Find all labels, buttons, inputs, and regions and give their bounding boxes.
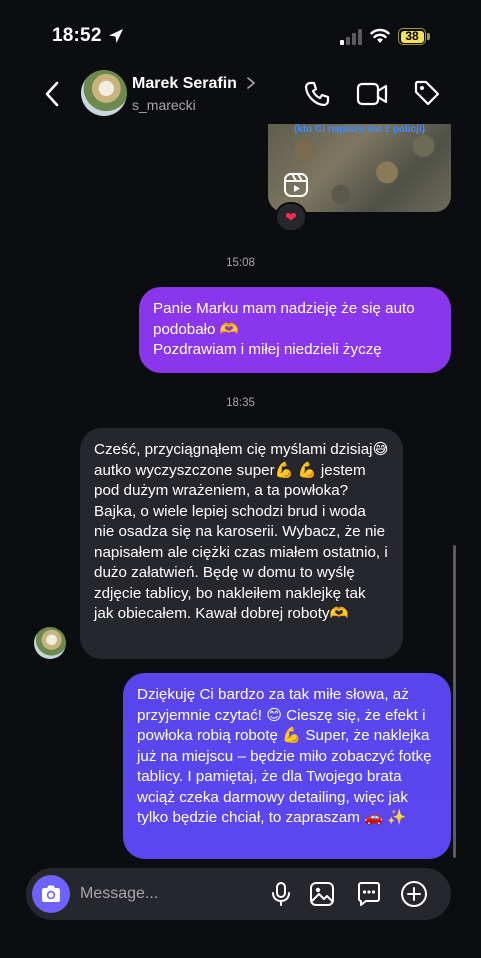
heart-reaction[interactable]: ❤	[275, 202, 307, 232]
incoming-message[interactable]: Cześć, przyciągnąłem cię myślami dzisiaj…	[80, 428, 403, 659]
contact-avatar[interactable]	[81, 70, 127, 116]
message-timestamp: 15:08	[226, 257, 255, 269]
shared-reel-preview[interactable]: (kto Ci napisze ten z policji)	[268, 124, 451, 212]
battery-indicator: 38	[398, 28, 430, 45]
tag-icon[interactable]	[413, 79, 441, 107]
contact-handle[interactable]: s_marecki	[132, 97, 196, 113]
reel-caption: (kto Ci napisze ten z policji)	[293, 124, 426, 135]
message-composer	[26, 868, 451, 920]
back-chevron-icon[interactable]	[42, 80, 62, 108]
message-input[interactable]	[80, 882, 260, 906]
location-arrow-icon	[109, 29, 123, 43]
gallery-icon[interactable]	[309, 881, 335, 907]
message-timestamp: 18:35	[226, 397, 255, 409]
status-bar: 18:52 38	[0, 0, 481, 62]
video-call-icon[interactable]	[356, 81, 388, 107]
contact-name[interactable]: Marek Serafin	[132, 75, 237, 93]
chat-header: Marek Serafin s_marecki	[0, 62, 481, 124]
chevron-right-icon[interactable]	[246, 76, 256, 90]
wifi-icon	[370, 28, 390, 43]
scrollbar[interactable]	[453, 545, 456, 858]
cellular-signal-icon	[340, 29, 362, 45]
battery-level: 38	[405, 29, 419, 43]
phone-call-icon[interactable]	[303, 80, 331, 108]
plus-circle-icon[interactable]	[400, 880, 428, 908]
sticker-icon[interactable]	[355, 880, 383, 908]
sender-avatar[interactable]	[34, 627, 66, 659]
camera-button[interactable]	[32, 875, 70, 913]
outgoing-message[interactable]: Dziękuję Ci bardzo za tak miłe słowa, aż…	[123, 673, 451, 859]
camera-icon	[42, 885, 60, 902]
outgoing-message[interactable]: Panie Marku mam nadzieję że się auto pod…	[139, 287, 451, 373]
microphone-icon[interactable]	[270, 881, 292, 907]
status-time: 18:52	[52, 25, 102, 46]
reels-icon	[284, 173, 308, 197]
